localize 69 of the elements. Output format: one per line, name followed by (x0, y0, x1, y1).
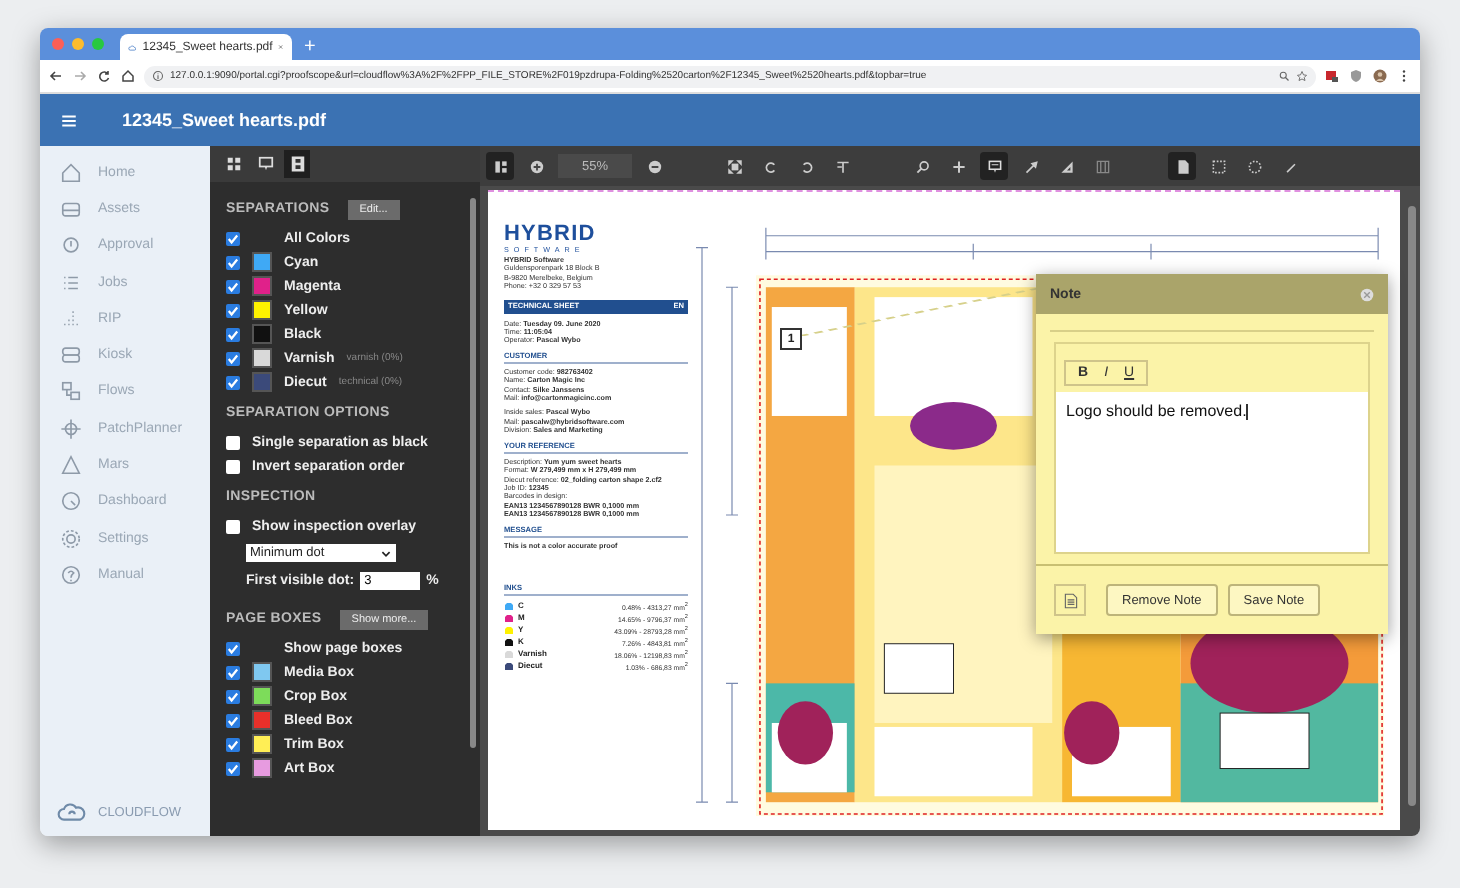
checkbox[interactable] (226, 255, 240, 269)
home-icon[interactable] (120, 68, 136, 84)
dotted-rectangle-icon (1209, 157, 1227, 175)
zoom-icon[interactable] (1278, 70, 1290, 82)
reload-icon[interactable] (96, 68, 112, 84)
rotate-left-icon (761, 157, 779, 175)
toolbar-button[interactable] (980, 152, 1008, 180)
gauge-icon (60, 490, 82, 513)
dots-icon (60, 307, 82, 330)
chevron-down-icon (380, 547, 392, 559)
checkbox[interactable] (226, 375, 240, 389)
cloud-logo-icon (56, 802, 88, 824)
cloud-icon (128, 39, 137, 55)
checkbox[interactable] (226, 737, 240, 751)
help-icon (60, 563, 82, 586)
star-icon[interactable] (1296, 70, 1308, 82)
zoom-in-icon (527, 157, 545, 175)
zoom-out-icon (645, 157, 663, 175)
page-icon (1173, 157, 1191, 175)
grid-icon (223, 154, 243, 174)
attach-button[interactable] (1054, 584, 1086, 616)
document-title: 12345_Sweet hearts.pdf (122, 110, 327, 130)
comment-icon (985, 157, 1003, 175)
maximize-window-dot[interactable] (92, 38, 104, 50)
checkbox[interactable] (226, 761, 240, 775)
checkbox[interactable] (226, 351, 240, 365)
checkbox[interactable] (226, 459, 240, 473)
toolbar-button[interactable] (486, 152, 514, 180)
flow-icon (60, 380, 82, 403)
checkbox[interactable] (226, 279, 240, 293)
scrollbar[interactable] (1408, 206, 1416, 806)
checkbox[interactable] (226, 303, 240, 317)
house-icon (60, 161, 82, 184)
new-tab-button[interactable]: + (292, 34, 328, 60)
settings-icon (60, 527, 82, 550)
sidebar-toggle-icon (491, 157, 509, 175)
document-icon (1061, 591, 1079, 609)
note-text-field[interactable]: Logo should be removed. (1056, 392, 1368, 552)
scrollbar[interactable] (470, 198, 476, 748)
back-icon[interactable] (48, 68, 64, 84)
info-icon[interactable] (152, 70, 164, 82)
shield-extension-icon[interactable] (1348, 68, 1364, 84)
checkbox[interactable] (226, 327, 240, 341)
checkbox[interactable] (226, 665, 240, 679)
plus-icon (949, 157, 967, 175)
checkbox[interactable] (226, 713, 240, 727)
grid-lines-icon (1093, 157, 1111, 175)
avatar-icon[interactable] (1372, 68, 1388, 84)
crosshair-icon (60, 417, 82, 440)
checkbox[interactable] (226, 231, 240, 245)
menu-icon[interactable] (60, 111, 78, 129)
layers-icon (287, 154, 307, 174)
search-icon (913, 157, 931, 175)
extension-icon[interactable] (1324, 68, 1340, 84)
checkbox[interactable] (226, 689, 240, 703)
minimize-window-dot[interactable] (72, 38, 84, 50)
stack-icon (60, 344, 82, 367)
dotted-circle-icon (1245, 157, 1263, 175)
fit-icon (725, 157, 743, 175)
toolbar-button[interactable] (1168, 152, 1196, 180)
rotate-right-icon (797, 157, 815, 175)
triangle-icon (60, 454, 82, 477)
close-window-dot[interactable] (52, 38, 64, 50)
list-icon (60, 271, 82, 294)
checkbox[interactable] (226, 435, 240, 449)
checkbox[interactable] (226, 641, 240, 655)
checkbox[interactable] (226, 519, 240, 533)
panel-tab[interactable] (284, 150, 310, 178)
tray-icon (60, 197, 82, 220)
